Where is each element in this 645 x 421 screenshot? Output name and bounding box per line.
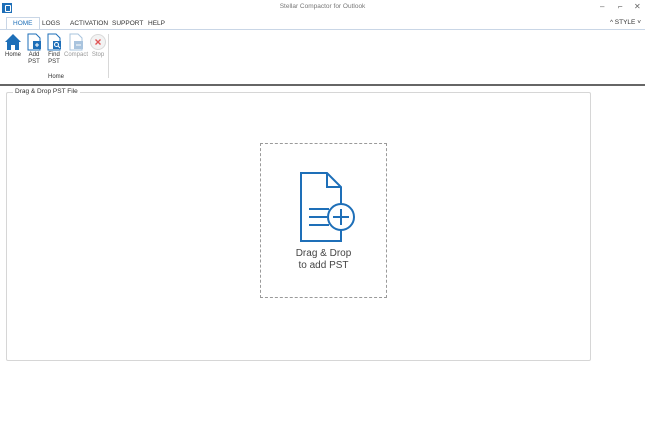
home-button[interactable]: Home xyxy=(2,33,24,59)
tab-activation[interactable]: ACTIVATION xyxy=(70,18,108,29)
style-menu[interactable]: ^ STYLE ˅ xyxy=(610,19,641,26)
pst-drop-zone[interactable]: Drag & Drop to add PST xyxy=(260,143,387,298)
title-bar: Stellar Compactor for Outlook – ⌐ ✕ xyxy=(0,0,645,16)
add-pst-icon xyxy=(27,33,41,51)
compact-button[interactable]: Compact xyxy=(63,33,89,59)
stop-icon xyxy=(90,34,106,50)
ribbon: Home Add PST Find PST Compact Stop Home xyxy=(0,29,645,86)
home-button-label: Home xyxy=(4,52,21,58)
close-button[interactable]: ✕ xyxy=(634,2,641,11)
drop-text-line-1: Drag & Drop xyxy=(295,248,352,259)
compact-icon xyxy=(69,33,83,51)
compact-button-label: Compact xyxy=(63,52,88,58)
find-pst-button-label: Find PST xyxy=(48,52,60,65)
ribbon-group-divider xyxy=(108,34,109,78)
find-pst-button[interactable]: Find PST xyxy=(43,33,65,66)
tab-logs[interactable]: LOGS xyxy=(42,18,60,29)
frame-title: Drag & Drop PST File xyxy=(13,88,80,95)
restore-button[interactable]: ⌐ xyxy=(618,2,623,11)
find-pst-icon xyxy=(47,33,61,51)
menu-bar: HOME LOGS ACTIVATION SUPPORT HELP ^ STYL… xyxy=(0,16,645,30)
add-pst-button[interactable]: Add PST xyxy=(23,33,45,66)
drop-instruction: Drag & Drop to add PST xyxy=(261,248,386,272)
document-add-icon xyxy=(300,172,355,242)
drop-text-line-2: to add PST xyxy=(298,260,349,271)
minimize-button[interactable]: – xyxy=(600,2,604,11)
stop-button[interactable]: Stop xyxy=(87,33,109,59)
drag-drop-frame: Drag & Drop PST File Drag & Drop to add … xyxy=(6,88,591,361)
add-pst-button-label: Add PST xyxy=(28,52,40,65)
ribbon-group-label: Home xyxy=(47,74,64,80)
tab-support[interactable]: SUPPORT xyxy=(112,18,143,29)
main-content: Drag & Drop PST File Drag & Drop to add … xyxy=(0,86,645,421)
tab-help[interactable]: HELP xyxy=(148,18,165,29)
window-title: Stellar Compactor for Outlook xyxy=(279,3,366,10)
home-icon xyxy=(5,34,21,50)
stop-button-label: Stop xyxy=(91,52,105,58)
